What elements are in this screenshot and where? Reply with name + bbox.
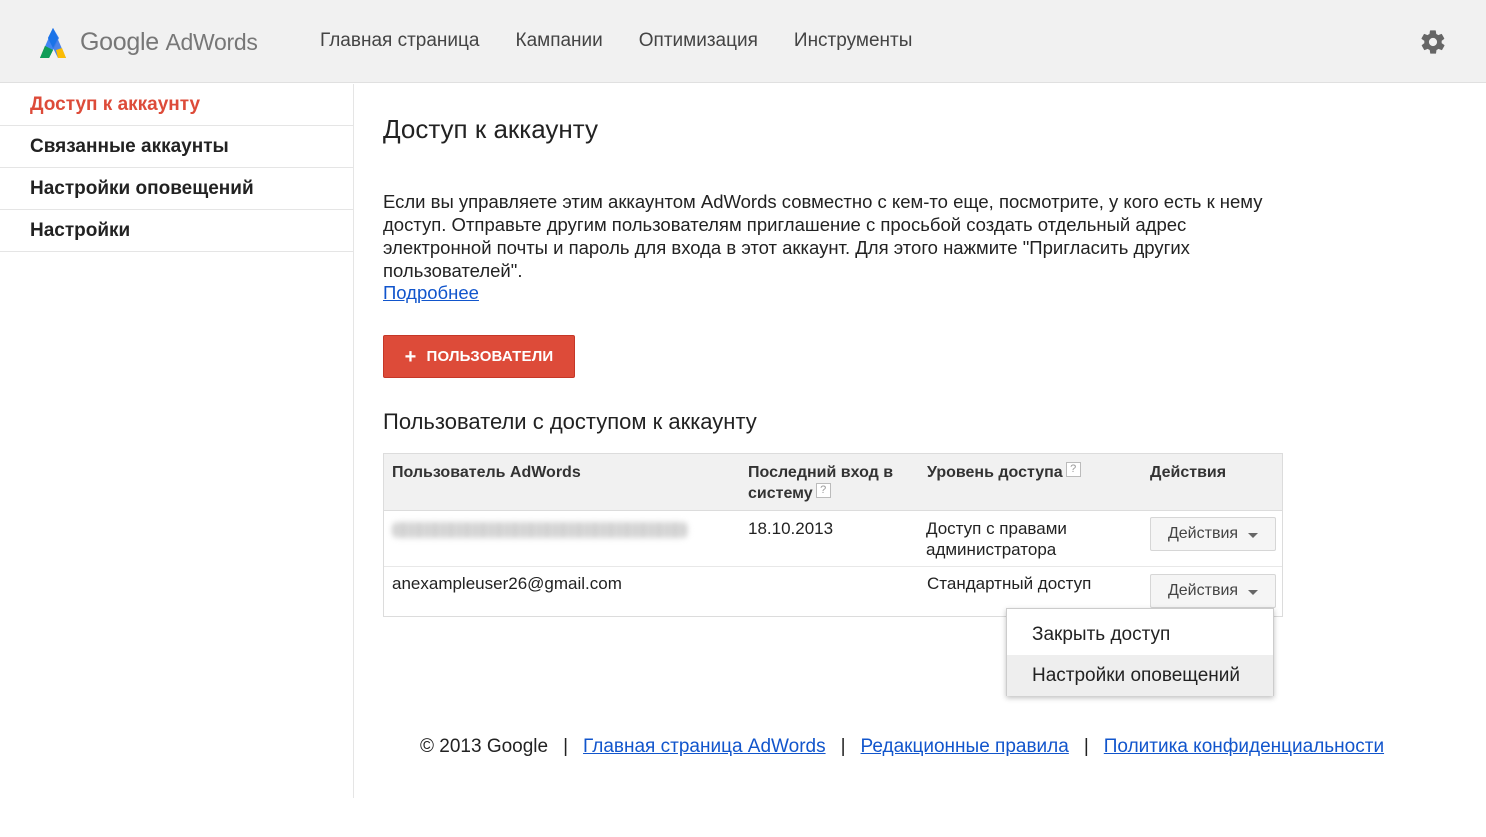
logo-text: Google AdWords <box>80 28 258 57</box>
sidebar-item-linked-accounts[interactable]: Связанные аккаунты <box>0 126 353 168</box>
user-email-cell: anexampleuser26@gmail.com <box>392 574 622 593</box>
table-row: 18.10.2013 Доступ с правами администрато… <box>384 511 1282 567</box>
nav-tools[interactable]: Инструменты <box>794 30 912 52</box>
sidebar-item-account-access[interactable]: Доступ к аккаунту <box>0 84 353 126</box>
plus-icon: + <box>404 345 417 368</box>
access-level-cell: Стандартный доступ <box>927 574 1092 593</box>
gear-icon[interactable] <box>1419 28 1447 56</box>
chevron-down-icon <box>1248 589 1259 595</box>
actions-label: Действия <box>1167 582 1239 599</box>
nav-home[interactable]: Главная страница <box>320 30 480 52</box>
nav-campaigns[interactable]: Кампании <box>516 30 603 52</box>
page-description: Если вы управляете этим аккаунтом AdWord… <box>383 191 1263 281</box>
page-title: Доступ к аккаунту <box>383 114 598 144</box>
footer-separator: | <box>563 736 569 757</box>
menu-item-notification-settings[interactable]: Настройки оповещений <box>1007 655 1273 696</box>
adwords-logo-icon <box>40 28 66 58</box>
sidebar: Доступ к аккаунту Связанные аккаунты Нас… <box>0 84 354 798</box>
blurred-user-email <box>392 522 688 538</box>
footer-link-editorial-policy[interactable]: Редакционные правила <box>861 736 1069 758</box>
copyright: © 2013 Google <box>420 736 549 757</box>
sidebar-item-notification-settings[interactable]: Настройки оповещений <box>0 168 353 210</box>
menu-item-revoke-access[interactable]: Закрыть доступ <box>1007 614 1273 655</box>
actions-dropdown-button[interactable]: Действия <box>1150 517 1276 551</box>
actions-label: Действия <box>1167 525 1239 542</box>
last-login-cell: 18.10.2013 <box>748 519 834 538</box>
help-icon[interactable]: ? <box>1065 462 1081 477</box>
sidebar-item-settings[interactable]: Настройки <box>0 210 353 252</box>
adwords-logo[interactable]: Google AdWords <box>34 22 258 62</box>
main-nav: Главная страница Кампании Оптимизация Ин… <box>320 30 948 52</box>
header-last-login[interactable]: Последний вход в систему? <box>748 462 918 504</box>
footer-link-adwords-home[interactable]: Главная страница AdWords <box>583 736 826 758</box>
access-level-cell: Доступ с правами администратора <box>926 519 1067 559</box>
footer-link-privacy-policy[interactable]: Политика конфиденциальности <box>1104 736 1384 758</box>
footer-separator: | <box>1083 736 1089 757</box>
chevron-down-icon <box>1248 532 1259 538</box>
header-user[interactable]: Пользователь AdWords <box>392 462 581 483</box>
learn-more-link[interactable]: Подробнее <box>383 282 479 304</box>
header-actions: Действия <box>1150 464 1227 481</box>
actions-dropdown-button[interactable]: Действия <box>1150 574 1276 608</box>
users-table: Пользователь AdWords Последний вход в си… <box>383 453 1283 617</box>
logo-product-text: AdWords <box>165 28 258 55</box>
add-users-button[interactable]: + ПОЛЬЗОВАТЕЛИ <box>383 335 575 378</box>
help-icon[interactable]: ? <box>815 483 831 498</box>
footer: © 2013 Google | Главная страница AdWords… <box>420 736 1384 758</box>
add-users-label: ПОЛЬЗОВАТЕЛИ <box>426 348 554 365</box>
users-section-title: Пользователи с доступом к аккаунту <box>383 409 757 434</box>
footer-separator: | <box>840 736 846 757</box>
logo-google-text: Google <box>80 27 159 56</box>
top-bar: Google AdWords Главная страница Кампании… <box>0 0 1486 83</box>
header-access-level[interactable]: Уровень доступа? <box>927 462 1081 483</box>
table-header: Пользователь AdWords Последний вход в си… <box>384 454 1282 511</box>
actions-dropdown-menu: Закрыть доступ Настройки оповещений <box>1006 608 1274 696</box>
header-access-level-label: Уровень доступа <box>927 464 1063 481</box>
nav-optimization[interactable]: Оптимизация <box>639 30 758 52</box>
